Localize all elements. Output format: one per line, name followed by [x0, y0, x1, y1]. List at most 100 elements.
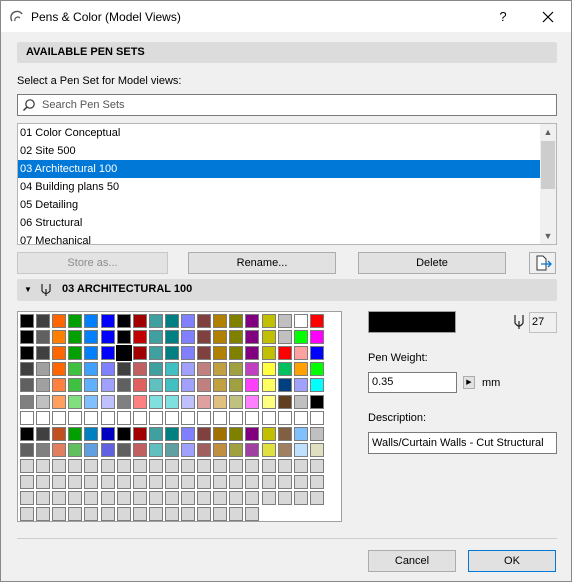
pen-color-cell[interactable]	[133, 362, 147, 376]
pen-color-cell[interactable]	[245, 362, 259, 376]
pen-color-cell[interactable]	[101, 475, 115, 489]
pen-color-cell[interactable]	[310, 427, 324, 441]
pen-set-list-item[interactable]: 01 Color Conceptual	[18, 124, 541, 142]
pen-color-cell[interactable]	[181, 491, 195, 505]
pen-color-cell[interactable]	[229, 507, 243, 521]
pen-color-cell[interactable]	[181, 427, 195, 441]
pen-color-cell[interactable]	[310, 314, 324, 328]
pen-color-cell[interactable]	[84, 362, 98, 376]
pen-color-cell[interactable]	[165, 362, 179, 376]
pen-color-cell[interactable]	[213, 314, 227, 328]
pen-color-cell[interactable]	[149, 459, 163, 473]
pen-color-cell[interactable]	[245, 459, 259, 473]
pen-color-cell[interactable]	[52, 491, 66, 505]
pen-color-cell[interactable]	[20, 491, 34, 505]
pen-color-cell[interactable]	[294, 427, 308, 441]
pen-color-cell[interactable]	[149, 443, 163, 457]
pen-color-cell[interactable]	[262, 475, 276, 489]
pen-color-cell[interactable]	[197, 475, 211, 489]
pen-color-cell[interactable]	[181, 330, 195, 344]
pen-color-cell[interactable]	[262, 330, 276, 344]
pen-color-cell[interactable]	[133, 346, 147, 360]
pen-color-cell[interactable]	[52, 395, 66, 409]
pen-color-cell[interactable]	[197, 507, 211, 521]
pen-color-cell[interactable]	[84, 475, 98, 489]
delete-button[interactable]: Delete	[358, 252, 506, 274]
pen-color-cell[interactable]	[213, 475, 227, 489]
pen-color-cell[interactable]	[84, 411, 98, 425]
pen-color-cell[interactable]	[245, 427, 259, 441]
pen-color-cell[interactable]	[20, 411, 34, 425]
pen-set-list-item[interactable]: 02 Site 500	[18, 142, 541, 160]
pen-color-cell[interactable]	[310, 475, 324, 489]
pen-color-cell[interactable]	[165, 378, 179, 392]
pen-color-cell[interactable]	[133, 459, 147, 473]
pen-color-cell[interactable]	[52, 330, 66, 344]
pen-color-cell[interactable]	[165, 395, 179, 409]
pen-color-cell[interactable]	[310, 362, 324, 376]
pen-color-cell[interactable]	[278, 443, 292, 457]
pen-color-cell[interactable]	[310, 395, 324, 409]
pen-color-cell[interactable]	[262, 362, 276, 376]
pen-color-cell[interactable]	[294, 475, 308, 489]
pen-color-cell[interactable]	[20, 330, 34, 344]
pen-color-cell[interactable]	[181, 362, 195, 376]
pen-color-cell[interactable]	[294, 411, 308, 425]
scroll-thumb[interactable]	[541, 141, 555, 189]
scroll-down-icon[interactable]: ▼	[540, 228, 556, 244]
pen-color-cell[interactable]	[149, 346, 163, 360]
pen-color-cell[interactable]	[101, 314, 115, 328]
pen-color-cell[interactable]	[20, 475, 34, 489]
pen-color-cell[interactable]	[133, 443, 147, 457]
pen-color-cell[interactable]	[20, 443, 34, 457]
pen-color-cell[interactable]	[278, 411, 292, 425]
pen-color-cell[interactable]	[181, 346, 195, 360]
pen-color-cell[interactable]	[229, 378, 243, 392]
pen-color-cell[interactable]	[68, 507, 82, 521]
pen-color-cell[interactable]	[149, 507, 163, 521]
pen-color-cell[interactable]	[245, 507, 259, 521]
pen-color-cell[interactable]	[229, 314, 243, 328]
pen-color-cell[interactable]	[117, 427, 131, 441]
pen-color-cell[interactable]	[213, 346, 227, 360]
pen-color-cell[interactable]	[229, 411, 243, 425]
pen-weight-input[interactable]: 0.35	[368, 372, 457, 393]
pen-color-cell[interactable]	[52, 378, 66, 392]
pen-color-cell[interactable]	[245, 395, 259, 409]
pen-color-cell[interactable]	[36, 491, 50, 505]
scroll-up-icon[interactable]: ▲	[540, 124, 556, 140]
pen-color-cell[interactable]	[68, 459, 82, 473]
pen-color-cell[interactable]	[165, 491, 179, 505]
pen-color-palette[interactable]	[17, 311, 342, 522]
pen-set-list-item[interactable]: 04 Building plans 50	[18, 178, 541, 196]
pen-color-cell[interactable]	[197, 443, 211, 457]
pen-color-cell[interactable]	[36, 443, 50, 457]
pen-color-cell[interactable]	[278, 314, 292, 328]
pen-color-cell[interactable]	[294, 395, 308, 409]
pen-color-cell[interactable]	[101, 330, 115, 344]
rename-button[interactable]: Rename...	[188, 252, 336, 274]
pen-color-cell[interactable]	[52, 507, 66, 521]
pen-color-cell[interactable]	[213, 459, 227, 473]
pen-color-cell[interactable]	[262, 378, 276, 392]
pen-color-cell[interactable]	[117, 314, 131, 328]
pen-color-cell[interactable]	[229, 459, 243, 473]
pen-color-cell[interactable]	[310, 411, 324, 425]
pen-color-cell[interactable]	[52, 427, 66, 441]
pen-set-list-scrollbar[interactable]: ▲ ▼	[540, 124, 556, 244]
pen-color-cell[interactable]	[84, 378, 98, 392]
pen-color-cell[interactable]	[52, 346, 66, 360]
pen-color-cell[interactable]	[197, 427, 211, 441]
pen-color-cell[interactable]	[149, 378, 163, 392]
pen-color-cell[interactable]	[84, 314, 98, 328]
pen-color-cell[interactable]	[68, 346, 82, 360]
pen-color-cell[interactable]	[149, 314, 163, 328]
pen-color-cell[interactable]	[84, 507, 98, 521]
pen-color-cell[interactable]	[101, 427, 115, 441]
pen-color-cell[interactable]	[84, 427, 98, 441]
pen-color-cell[interactable]	[20, 459, 34, 473]
pen-color-cell[interactable]	[229, 427, 243, 441]
pen-color-cell[interactable]	[165, 330, 179, 344]
pen-color-cell[interactable]	[149, 491, 163, 505]
pen-color-cell[interactable]	[310, 330, 324, 344]
